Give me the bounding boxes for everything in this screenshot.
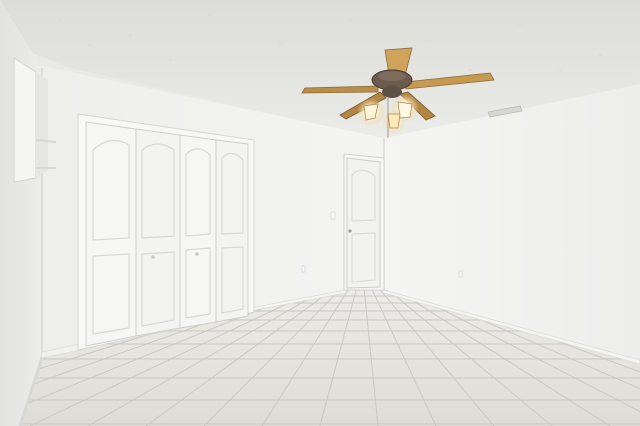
interior-door[interactable] (343, 153, 385, 291)
door-knob-icon[interactable] (348, 229, 352, 233)
wall-outlet (458, 270, 463, 278)
room-illustration (0, 0, 640, 426)
closet-knob-icon[interactable] (151, 255, 155, 259)
wall-outlet (301, 265, 306, 273)
closet[interactable] (77, 113, 255, 351)
light-switch[interactable] (330, 211, 336, 220)
light-globe (387, 113, 401, 129)
bedroom-photo (0, 0, 640, 426)
